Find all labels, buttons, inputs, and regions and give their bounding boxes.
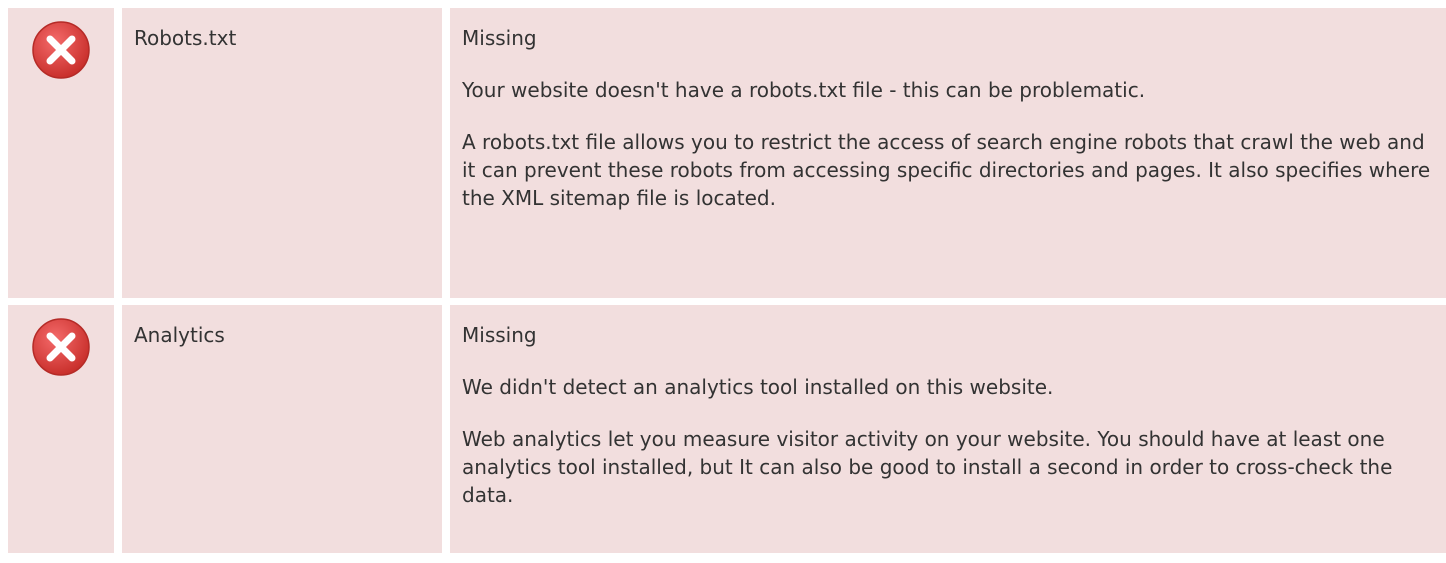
check-name: Analytics [122, 305, 442, 553]
check-message: Your website doesn't have a robots.txt f… [462, 78, 1146, 102]
status-icon-cell [8, 8, 114, 298]
seo-check-table: Robots.txt Missing Your website doesn't … [8, 8, 1446, 560]
check-row-robots: Robots.txt Missing Your website doesn't … [8, 8, 1446, 298]
status-icon-cell [8, 305, 114, 553]
check-row-analytics: Analytics Missing We didn't detect an an… [8, 305, 1446, 553]
check-detail: Missing We didn't detect an analytics to… [450, 305, 1446, 553]
check-message: We didn't detect an analytics tool insta… [462, 375, 1054, 399]
check-status: Missing [462, 323, 537, 347]
check-name: Robots.txt [122, 8, 442, 298]
check-status: Missing [462, 26, 537, 50]
check-detail: Missing Your website doesn't have a robo… [450, 8, 1446, 298]
error-x-icon [31, 20, 91, 80]
check-description: A robots.txt file allows you to restrict… [462, 130, 1431, 210]
error-x-icon [31, 317, 91, 377]
check-description: Web analytics let you measure visitor ac… [462, 427, 1393, 507]
